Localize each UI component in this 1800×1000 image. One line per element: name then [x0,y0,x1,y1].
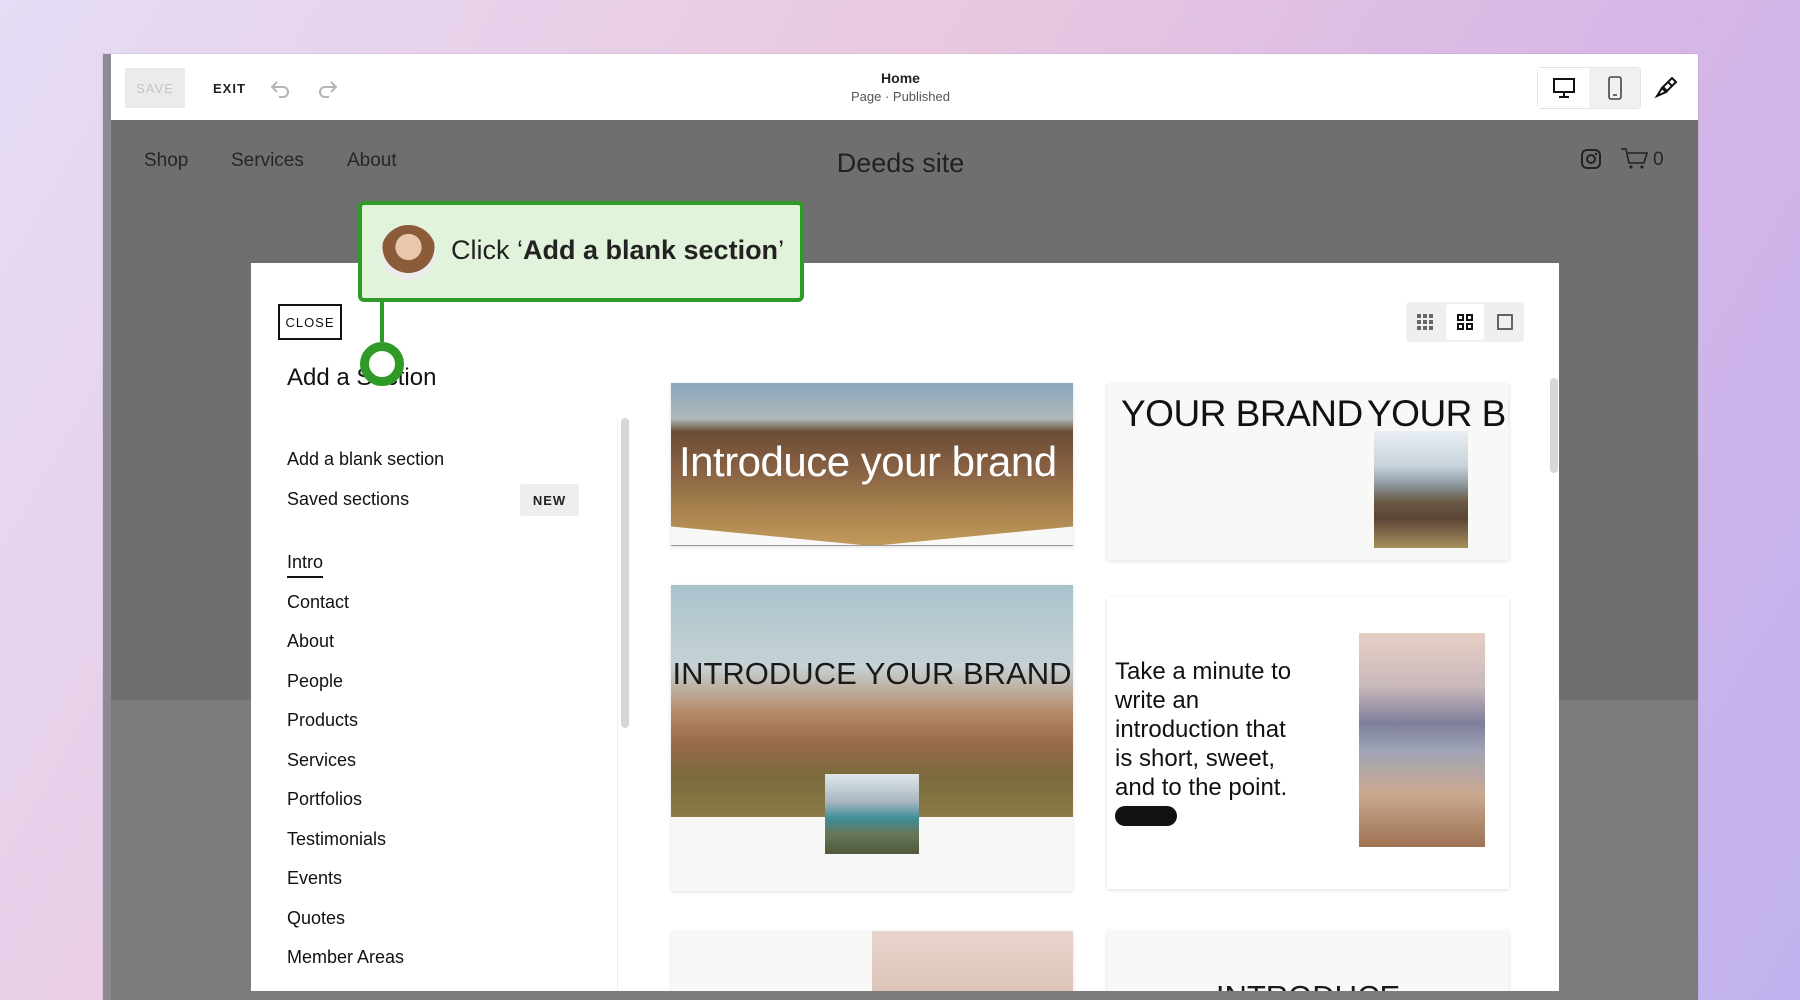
mobile-view-button[interactable] [1589,68,1640,108]
saved-sections-link[interactable]: Saved sections [287,489,409,510]
callout-pointer-line [380,302,384,342]
category-member-areas[interactable]: Member Areas [287,947,404,968]
cart-icon[interactable] [1620,147,1650,171]
medium-grid-icon [1457,314,1473,330]
single-view-button[interactable] [1486,302,1524,342]
callout-text: Click ‘Add a blank section’ [451,235,784,266]
callout-bold: Add a blank section [523,235,779,265]
single-view-icon [1497,314,1513,330]
template-card[interactable] [671,931,1073,991]
template-card[interactable]: YOUR BRAND YOUR BR [1107,383,1509,560]
category-people[interactable]: People [287,671,343,692]
template-card[interactable]: Introduce your brand [671,383,1073,546]
category-services[interactable]: Services [287,750,356,771]
template-image [1374,431,1468,548]
medium-grid-button[interactable] [1446,304,1484,340]
callout-prefix: Click ‘ [451,235,523,265]
templates-scrollbar[interactable] [1550,378,1558,473]
template-image [1359,633,1485,847]
add-blank-section-link[interactable]: Add a blank section [287,449,444,470]
desktop-icon [1552,78,1575,98]
add-section-panel: CLOSE Add a Section Add a blank section … [251,263,1559,991]
new-badge: NEW [520,484,579,516]
close-button[interactable]: CLOSE [278,304,342,340]
callout-suffix: ’ [778,235,785,265]
page-title: Home [881,70,920,86]
category-intro[interactable]: Intro [287,552,324,578]
small-grid-button[interactable] [1406,302,1444,342]
editor-toolbar: SAVE EXIT Home Page · Published [103,54,1698,120]
template-card[interactable]: Take a minute to write an introduction t… [1107,597,1509,889]
category-products[interactable]: Products [287,710,358,731]
callout-target-dot [360,342,404,386]
category-portfolios[interactable]: Portfolios [287,789,362,810]
mobile-icon [1607,76,1622,100]
instagram-icon[interactable] [1580,148,1602,170]
category-contact[interactable]: Contact [287,592,349,613]
desktop-view-button[interactable] [1538,68,1589,108]
site-preview: Shop Services About Deeds site 0 CLOSE A… [103,120,1698,1000]
sidebar-scroll-track [617,418,618,991]
tutorial-callout: Click ‘Add a blank section’ [358,201,804,302]
divider [671,545,1073,546]
template-card[interactable]: INTRODUCE [1107,931,1509,991]
template-image [872,931,1073,991]
site-title: Deeds site [836,148,965,178]
editor-window: SAVE EXIT Home Page · Published Shop Ser… [103,54,1698,1000]
small-grid-icon [1417,314,1433,330]
editor-left-edge [103,54,111,1000]
category-testimonials[interactable]: Testimonials [287,829,386,850]
grid-view-toggle [1406,302,1524,342]
template-thumbnail [825,774,919,854]
template-button [1115,806,1177,826]
template-heading: INTRODUCE YOUR BRAND [672,656,1072,691]
template-heading: YOUR BRAND [1121,393,1363,434]
template-heading: Introduce your brand [679,438,1057,485]
template-heading: INTRODUCE [1107,979,1509,991]
cart-count: 0 [1653,149,1664,170]
paintbrush-icon[interactable] [1653,74,1679,100]
avatar [381,225,436,280]
template-heading-repeat: YOUR BR [1367,393,1509,434]
category-about[interactable]: About [287,631,334,652]
page-status: Page · Published [850,89,950,104]
category-events[interactable]: Events [287,868,342,889]
template-card[interactable]: INTRODUCE YOUR BRAND [671,585,1073,891]
device-toggle [1537,67,1641,109]
template-body-text: Take a minute to write an introduction t… [1115,658,1292,801]
category-quotes[interactable]: Quotes [287,908,345,929]
sidebar-scrollbar[interactable] [621,418,629,728]
